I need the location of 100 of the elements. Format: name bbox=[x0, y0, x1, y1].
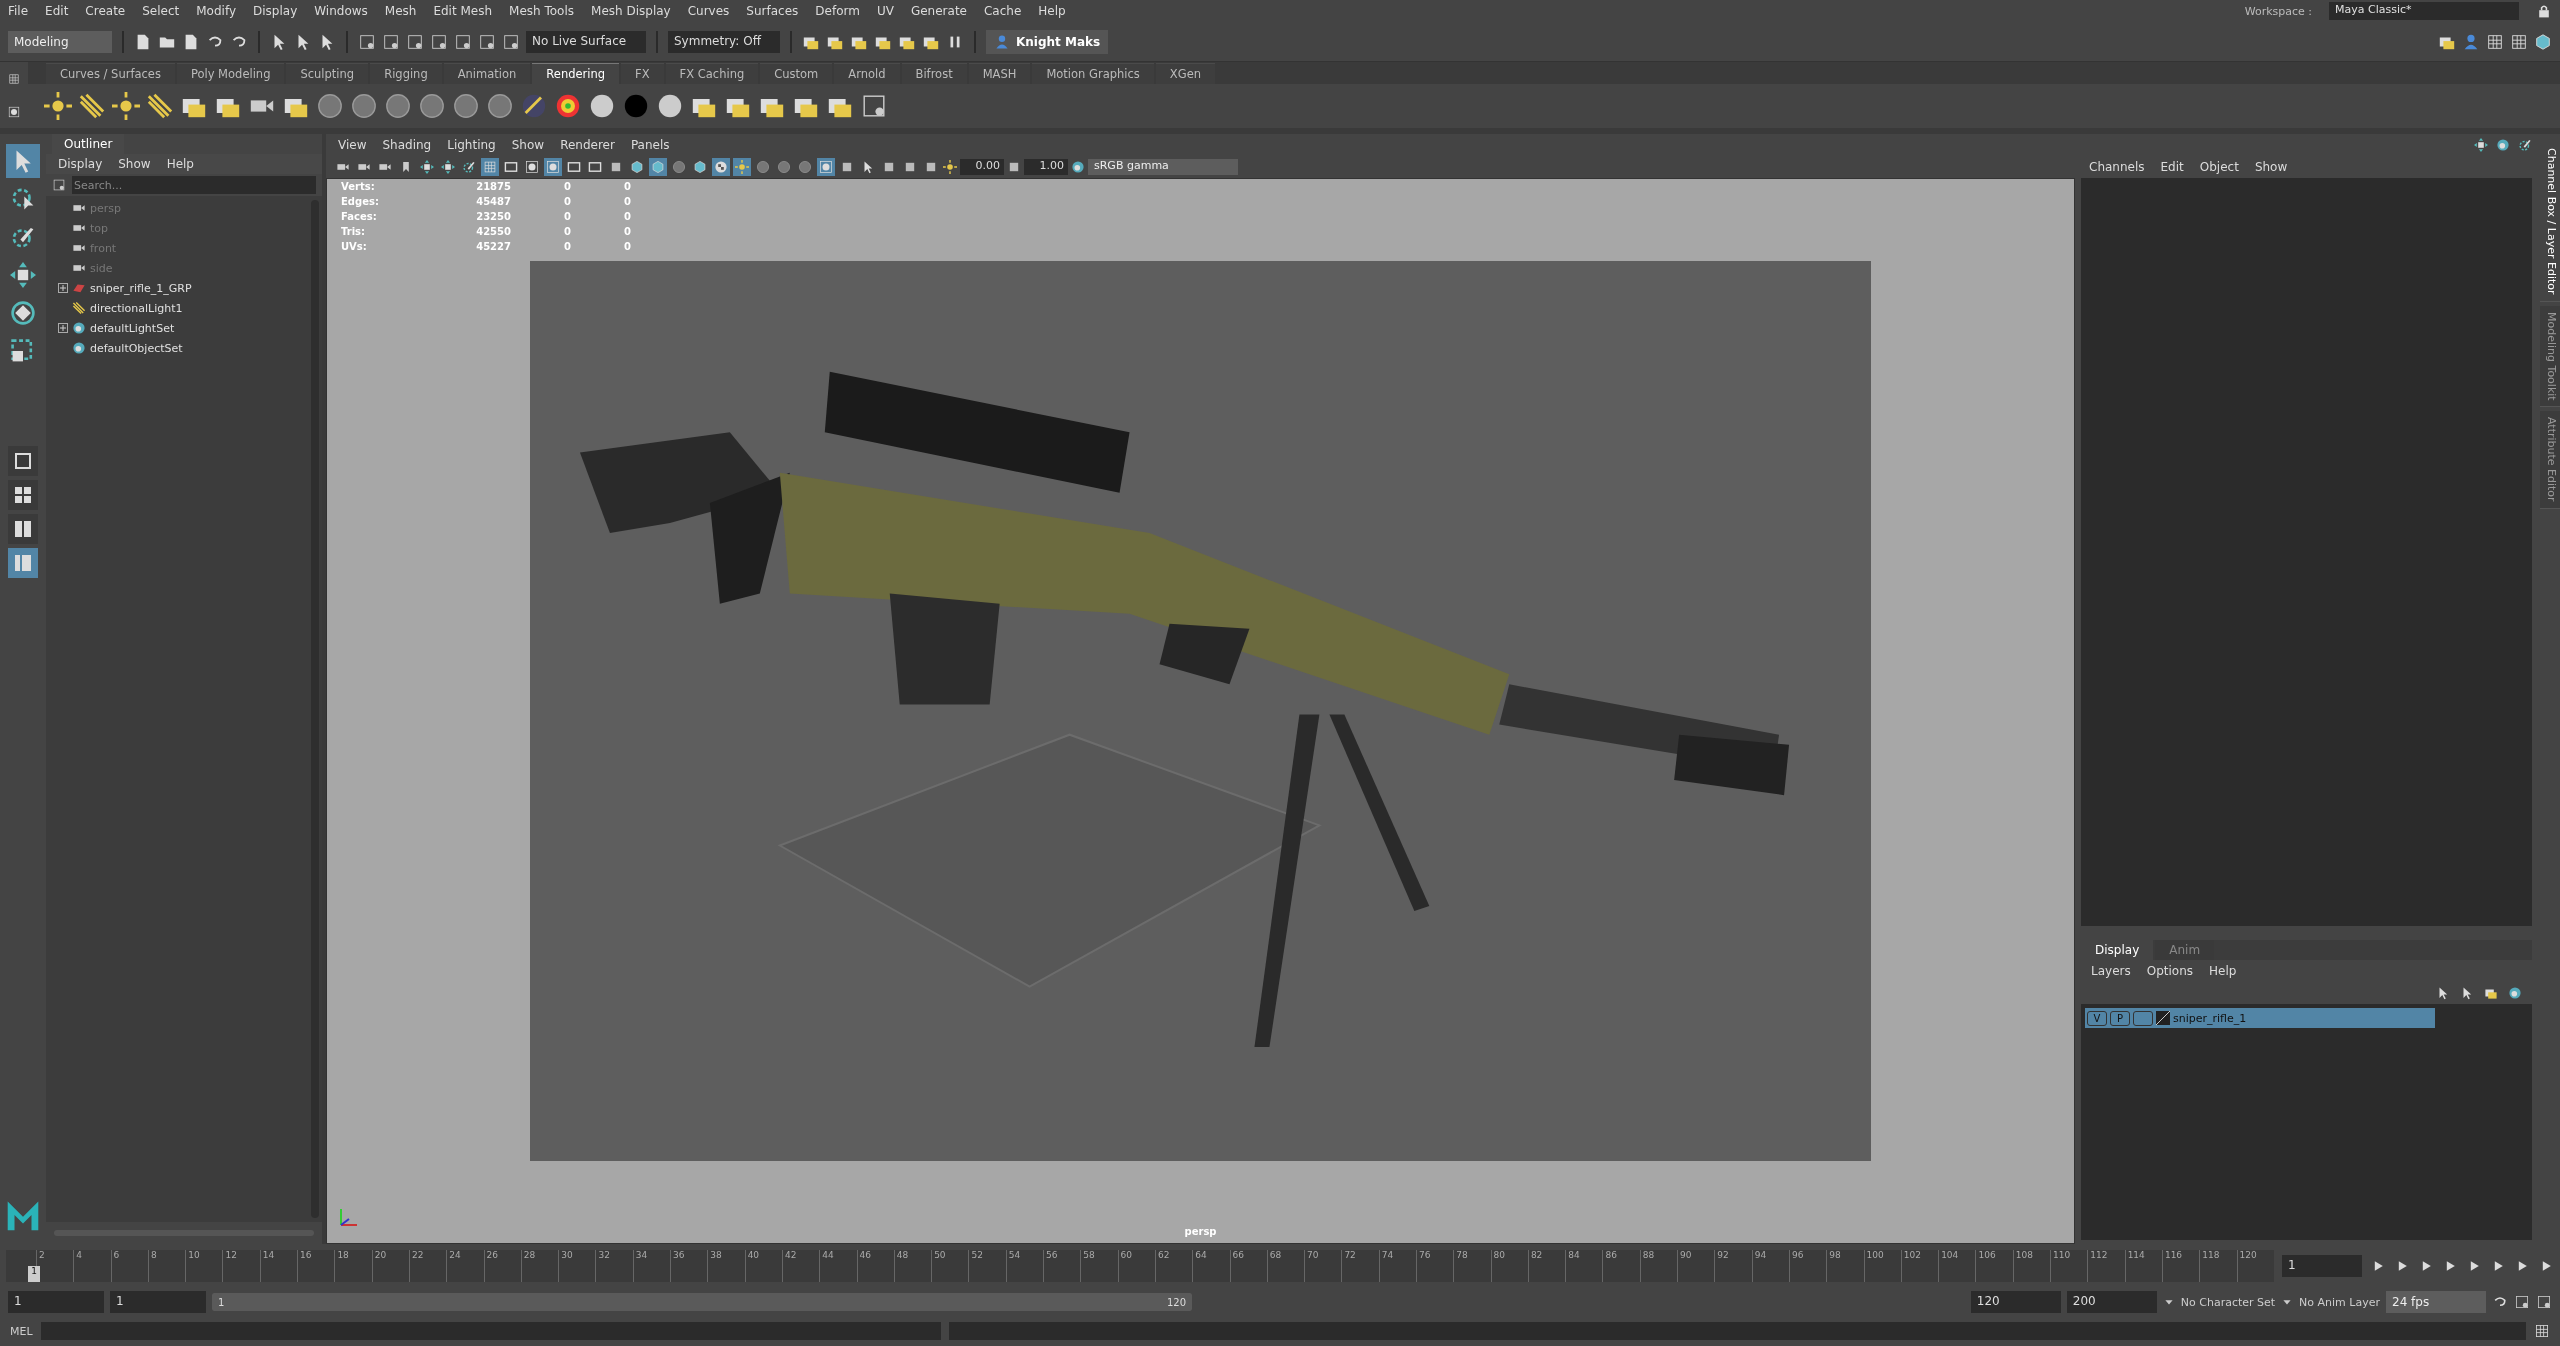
menu-item[interactable]: Windows bbox=[314, 4, 368, 18]
color-space-dropdown[interactable]: sRGB gamma bbox=[1088, 159, 1238, 175]
menu-item[interactable]: Curves bbox=[687, 4, 730, 18]
display-type-toggle[interactable] bbox=[2133, 1010, 2153, 1026]
fps-dropdown[interactable]: 24 fps bbox=[2386, 1291, 2486, 1313]
toolbar-toggle[interactable] bbox=[439, 158, 457, 176]
shelf-tab[interactable]: Bifrost bbox=[901, 63, 967, 84]
menu-item[interactable]: Display bbox=[58, 157, 103, 171]
menu-item[interactable]: Object bbox=[2199, 160, 2239, 174]
menu-item[interactable]: Mesh bbox=[384, 4, 417, 18]
menu-item[interactable]: Lighting bbox=[447, 138, 496, 152]
shelf-tab[interactable]: FX bbox=[621, 63, 664, 84]
toolbar-toggle[interactable] bbox=[817, 158, 835, 176]
toolbar-toggle[interactable] bbox=[733, 158, 751, 176]
shelf-tab[interactable]: Poly Modeling bbox=[176, 63, 285, 84]
menu-item[interactable]: Create bbox=[85, 4, 126, 18]
menu-item[interactable]: UV bbox=[876, 4, 894, 18]
menu-item[interactable]: Surfaces bbox=[746, 4, 799, 18]
end-frame-field[interactable]: 200 bbox=[2066, 1291, 2157, 1313]
symmetry-field[interactable]: Symmetry: Off bbox=[668, 30, 780, 53]
menu-item[interactable]: Layers bbox=[2091, 964, 2131, 978]
layer-tab[interactable]: Display bbox=[2081, 940, 2154, 960]
outliner-item[interactable]: directionalLight1 bbox=[90, 301, 183, 315]
shelf-tab[interactable]: Curves / Surfaces bbox=[46, 63, 175, 84]
playback-end-field[interactable]: 120 bbox=[1970, 1291, 2061, 1313]
menu-item[interactable]: Show bbox=[2254, 160, 2288, 174]
visibility-toggle[interactable]: V bbox=[2087, 1010, 2107, 1026]
menu-item[interactable]: Help bbox=[166, 157, 194, 171]
toolbar-toggle[interactable] bbox=[712, 158, 730, 176]
playback-toggle[interactable]: P bbox=[2110, 1010, 2130, 1026]
menu-item[interactable]: Display bbox=[253, 4, 298, 18]
toolbar-toggle[interactable] bbox=[523, 158, 541, 176]
outliner-item[interactable]: defaultLightSet bbox=[90, 321, 175, 335]
command-input[interactable] bbox=[40, 1322, 941, 1340]
toolbar-toggle[interactable] bbox=[628, 158, 646, 176]
shelf-tab[interactable]: MASH bbox=[968, 63, 1031, 84]
layout-button[interactable] bbox=[8, 480, 38, 510]
toolbar-toggle[interactable] bbox=[649, 158, 667, 176]
side-tab[interactable]: Modeling Toolkit bbox=[2540, 305, 2560, 408]
shelf-tab[interactable]: FX Caching bbox=[665, 63, 759, 84]
command-language-label[interactable]: MEL bbox=[10, 1324, 33, 1338]
outliner-item[interactable]: defaultObjectSet bbox=[90, 341, 183, 355]
menu-item[interactable]: Mesh Tools bbox=[509, 4, 575, 18]
shelf-tab[interactable]: Custom bbox=[760, 63, 833, 84]
shelf-tab[interactable]: Rendering bbox=[532, 63, 620, 84]
menu-item[interactable]: Select bbox=[142, 4, 180, 18]
menu-item[interactable]: Edit bbox=[2160, 160, 2184, 174]
menu-item[interactable]: View bbox=[338, 138, 367, 152]
menu-item[interactable]: Help bbox=[1038, 4, 1066, 18]
live-surface-field[interactable]: No Live Surface bbox=[526, 30, 646, 53]
workspace-dropdown[interactable]: Maya Classic* bbox=[2329, 2, 2519, 20]
exposure-field[interactable]: 0.00 bbox=[960, 159, 1004, 175]
range-slider[interactable]: 1 120 bbox=[212, 1293, 1192, 1311]
toolbar-toggle[interactable] bbox=[544, 158, 562, 176]
layer-row[interactable]: V P sniper_rifle_1 bbox=[2085, 1008, 2435, 1028]
layout-button[interactable] bbox=[8, 514, 38, 544]
menu-item[interactable]: File bbox=[8, 4, 29, 18]
current-frame-field[interactable]: 1 bbox=[2282, 1255, 2362, 1277]
menu-item[interactable]: Channels bbox=[2089, 160, 2145, 174]
current-frame-marker[interactable]: 1 bbox=[28, 1266, 40, 1282]
shelf-tab[interactable]: Arnold bbox=[834, 63, 900, 84]
menu-item[interactable]: Show bbox=[511, 138, 545, 152]
side-tab[interactable]: Attribute Editor bbox=[2540, 411, 2560, 509]
character-set-dropdown[interactable]: No Character Set bbox=[2180, 1295, 2276, 1309]
menu-item[interactable]: Renderer bbox=[560, 138, 615, 152]
layer-color-swatch[interactable] bbox=[2156, 1011, 2170, 1025]
toolbar-toggle[interactable] bbox=[754, 158, 772, 176]
mode-dropdown[interactable]: Modeling bbox=[8, 30, 112, 53]
toolbar-toggle[interactable] bbox=[775, 158, 793, 176]
outliner-tab[interactable]: Outliner bbox=[52, 134, 125, 154]
toolbar-toggle[interactable] bbox=[796, 158, 814, 176]
menu-item[interactable]: Modify bbox=[196, 4, 236, 18]
expand-icon[interactable] bbox=[58, 283, 68, 293]
layout-button[interactable] bbox=[8, 446, 38, 476]
menu-item[interactable]: Deform bbox=[815, 4, 860, 18]
menu-item[interactable]: Edit bbox=[45, 4, 69, 18]
menu-item[interactable]: Generate bbox=[910, 4, 967, 18]
menu-item[interactable]: Shading bbox=[382, 138, 432, 152]
menu-item[interactable]: Options bbox=[2146, 964, 2194, 978]
menu-item[interactable]: Help bbox=[2209, 964, 2237, 978]
anim-layer-dropdown[interactable]: No Anim Layer bbox=[2299, 1295, 2380, 1309]
toolbar-toggle[interactable] bbox=[418, 158, 436, 176]
expand-icon[interactable] bbox=[58, 323, 68, 333]
menu-item[interactable]: Panels bbox=[630, 138, 670, 152]
shelf-tab[interactable]: XGen bbox=[1155, 63, 1215, 84]
command-result-field[interactable] bbox=[948, 1322, 2526, 1340]
user-account-button[interactable]: Knight Maks bbox=[986, 29, 1109, 54]
outliner-item[interactable]: sniper_rifle_1_GRP bbox=[90, 281, 192, 295]
start-frame-field[interactable]: 1 bbox=[8, 1291, 104, 1313]
menu-item[interactable]: Cache bbox=[983, 4, 1022, 18]
playback-start-field[interactable]: 1 bbox=[110, 1291, 206, 1313]
toolbar-toggle[interactable] bbox=[670, 158, 688, 176]
menu-item[interactable]: Mesh Display bbox=[591, 4, 671, 18]
menu-item[interactable]: Show bbox=[118, 157, 151, 171]
search-field[interactable]: Search... bbox=[72, 176, 316, 194]
shelf-tab[interactable]: Sculpting bbox=[286, 63, 369, 84]
shelf-tab[interactable]: Motion Graphics bbox=[1032, 63, 1154, 84]
toolbar-toggle[interactable] bbox=[691, 158, 709, 176]
toolbar-toggle[interactable] bbox=[481, 158, 499, 176]
shelf-tab[interactable]: Animation bbox=[443, 63, 531, 84]
